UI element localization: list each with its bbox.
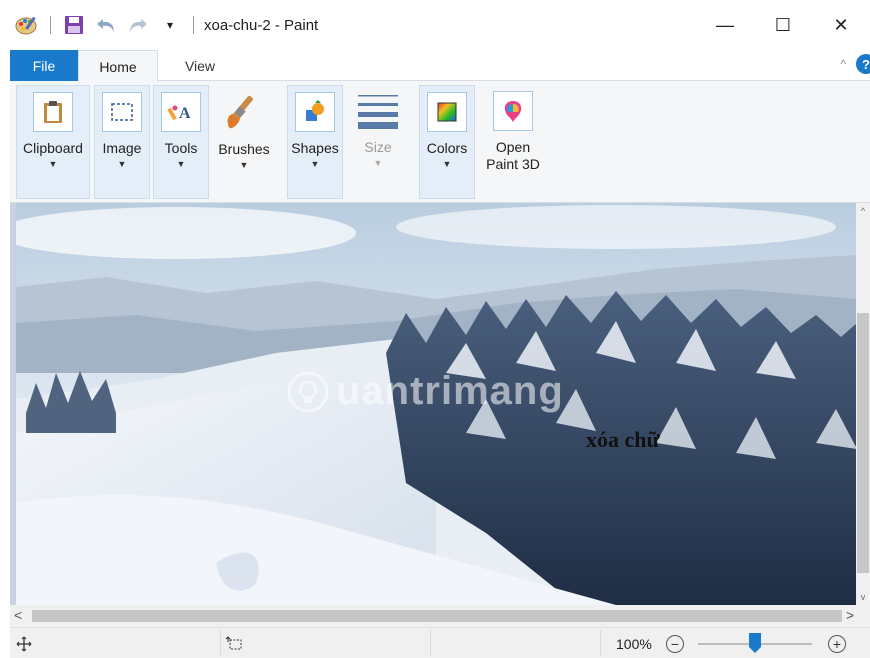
chevron-down-icon: ▼: [239, 160, 249, 170]
selection-size-icon: [226, 628, 244, 658]
save-icon[interactable]: [61, 12, 87, 38]
vertical-scrollbar[interactable]: ^ v: [856, 203, 870, 605]
scroll-up-button[interactable]: ^: [856, 206, 870, 216]
customize-qat-icon[interactable]: ▾: [157, 12, 183, 38]
chevron-down-icon: ▼: [117, 159, 127, 169]
chevron-down-icon: ▼: [310, 159, 320, 169]
clipboard-group[interactable]: Clipboard ▼: [16, 85, 90, 199]
size-group[interactable]: Size ▼: [350, 85, 406, 199]
chevron-down-icon: ▼: [176, 159, 186, 169]
undo-icon[interactable]: [93, 12, 119, 38]
paint3d-icon: [493, 91, 533, 131]
watermark-text: uantrimang: [336, 369, 564, 413]
vertical-scroll-thumb[interactable]: [857, 313, 869, 573]
zoom-out-icon: −: [666, 634, 684, 653]
redo-icon[interactable]: [125, 12, 151, 38]
size-icon: [355, 91, 401, 131]
canvas-image[interactable]: uantrimang xóa chữ: [16, 203, 857, 605]
tab-file[interactable]: File: [10, 50, 78, 81]
scroll-right-button[interactable]: >: [846, 607, 854, 623]
ribbon-tab-actions: ^ ?: [840, 54, 870, 74]
status-divider: [220, 630, 221, 657]
status-divider: [430, 630, 431, 657]
tools-label: Tools: [164, 140, 198, 156]
window-title: xoa-chu-2 - Paint: [204, 16, 319, 34]
chevron-down-icon: ▼: [48, 159, 58, 169]
ribbon-tabs: File Home View ^ ?: [10, 50, 870, 82]
zoom-in-icon: +: [828, 634, 846, 653]
clipboard-label: Clipboard: [23, 140, 83, 156]
tab-view[interactable]: View: [170, 50, 230, 81]
colors-icon: [427, 92, 467, 132]
brushes-group[interactable]: Brushes ▼: [214, 85, 274, 199]
zoom-out-button[interactable]: −: [666, 628, 684, 658]
open-paint3d-label: Open Paint 3D: [486, 139, 540, 173]
zoom-percent: 100%: [616, 635, 652, 652]
tab-home[interactable]: Home: [78, 50, 158, 82]
shapes-icon: [295, 92, 335, 132]
colors-group[interactable]: Colors ▼: [419, 85, 475, 199]
title-bar: ▾ xoa-chu-2 - Paint — ☐ ✕: [0, 0, 870, 50]
zoom-slider-thumb[interactable]: [749, 633, 761, 653]
shapes-label: Shapes: [291, 140, 339, 156]
paint-app-icon[interactable]: [14, 12, 40, 38]
collapse-ribbon-button[interactable]: ^: [840, 57, 846, 71]
minimize-button[interactable]: —: [696, 0, 754, 50]
canvas-overlay-text: xóa chữ: [586, 427, 660, 452]
watermark: uantrimang: [286, 369, 564, 414]
brush-icon: [221, 89, 267, 133]
scroll-left-button[interactable]: <: [14, 607, 22, 623]
quick-access-toolbar: ▾: [0, 0, 198, 50]
colors-label: Colors: [426, 140, 468, 156]
chevron-down-icon: ▼: [442, 159, 452, 169]
maximize-button[interactable]: ☐: [754, 0, 812, 50]
horizontal-scrollbar[interactable]: < >: [10, 605, 870, 627]
horizontal-scroll-thumb[interactable]: [32, 610, 842, 622]
canvas-area[interactable]: uantrimang xóa chữ: [10, 203, 870, 605]
close-button[interactable]: ✕: [812, 0, 870, 50]
image-label: Image: [102, 140, 142, 156]
open-label-line2: Paint 3D: [486, 156, 540, 172]
clipboard-icon: [33, 92, 73, 132]
watermark-logo-icon: [287, 371, 329, 412]
status-bar: 100% − +: [10, 627, 870, 658]
select-icon: [102, 92, 142, 132]
shapes-group[interactable]: Shapes ▼: [287, 85, 343, 199]
image-group[interactable]: Image ▼: [94, 85, 150, 199]
chevron-down-icon: ▼: [373, 158, 383, 168]
scroll-down-button[interactable]: v: [856, 592, 870, 602]
toolbar-separator: [50, 16, 51, 34]
tools-icon: A: [161, 92, 201, 132]
open-paint3d-button[interactable]: Open Paint 3D: [480, 85, 546, 199]
brushes-label: Brushes: [218, 141, 270, 157]
size-label: Size: [364, 139, 392, 155]
cursor-position-icon: [16, 628, 32, 658]
toolbar-separator: [193, 16, 194, 34]
help-button[interactable]: ?: [856, 54, 870, 74]
tools-group[interactable]: A Tools ▼: [153, 85, 209, 199]
open-label-line1: Open: [495, 139, 531, 155]
svg-text:A: A: [179, 105, 191, 122]
status-divider: [600, 630, 601, 657]
zoom-in-button[interactable]: +: [828, 628, 846, 658]
window-controls: — ☐ ✕: [696, 0, 870, 50]
ribbon: Clipboard ▼ Image ▼ A Tools ▼ Brushes ▼ …: [10, 81, 870, 203]
